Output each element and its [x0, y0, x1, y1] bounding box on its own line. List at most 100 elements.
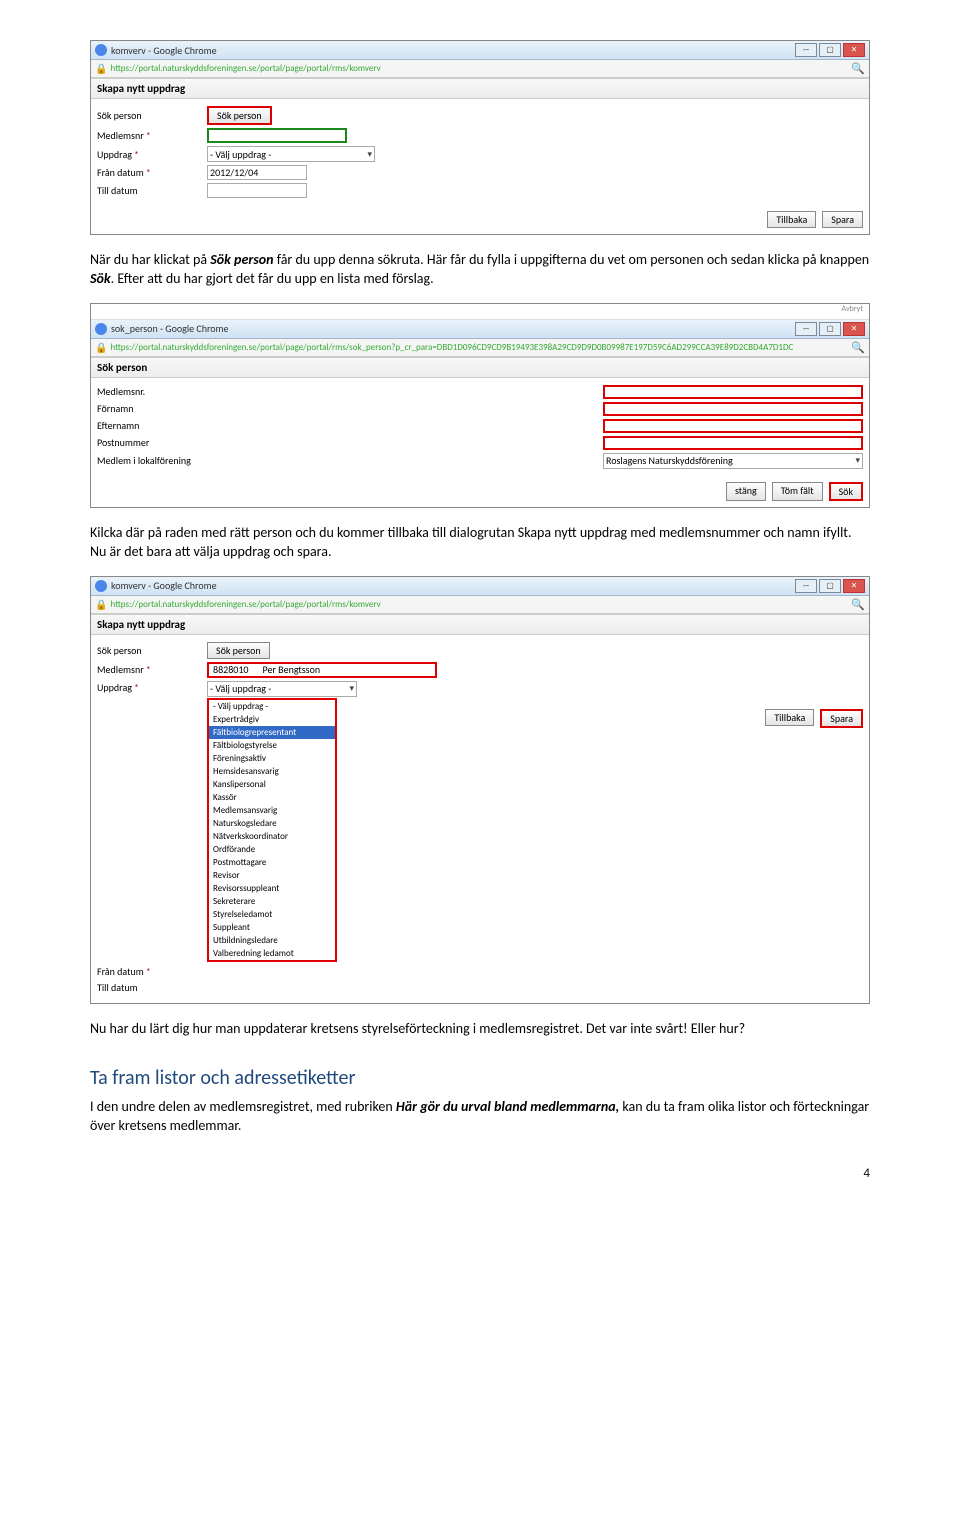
uppdrag-option[interactable]: Ordförande	[209, 843, 335, 856]
label-postnummer: Postnummer	[97, 436, 207, 449]
maximize-button[interactable]: ▢	[819, 579, 841, 593]
paragraph-3: Nu har du lärt dig hur man uppdaterar kr…	[90, 1020, 870, 1039]
medlemsnr-field[interactable]	[603, 385, 863, 399]
label-uppdrag: Uppdrag*	[97, 681, 207, 694]
minimize-button[interactable]: —	[795, 579, 817, 593]
uppdrag-select[interactable]: - Välj uppdrag - ▾	[207, 681, 357, 697]
maximize-button[interactable]: ▢	[819, 322, 841, 336]
uppdrag-option[interactable]: Föreningsaktiv	[209, 752, 335, 765]
uppdrag-option[interactable]: Expertrådgiv	[209, 713, 335, 726]
search-icon[interactable]: 🔍	[845, 341, 865, 354]
paragraph-4: I den undre delen av medlemsregistret, m…	[90, 1098, 870, 1136]
window-buttons: — ▢ ✕	[795, 43, 865, 57]
uppdrag-option[interactable]: Styrelseledamot	[209, 908, 335, 921]
label-medlemsnr: Medlemsnr*	[97, 129, 207, 142]
window-buttons: — ▢ ✕	[795, 322, 865, 336]
section-header: Skapa nytt uppdrag	[91, 78, 869, 99]
select-value: Roslagens Naturskyddsförening	[606, 454, 733, 467]
chrome-icon	[95, 323, 107, 335]
uppdrag-option[interactable]: Kanslipersonal	[209, 778, 335, 791]
chevron-down-icon: ▾	[367, 149, 372, 160]
form-area: Sök person Sök person Medlemsnr* Uppdrag…	[91, 99, 869, 207]
search-icon[interactable]: 🔍	[845, 62, 865, 75]
close-button[interactable]: ✕	[843, 322, 865, 336]
address-bar: 🔒 https://portal.naturskyddsforeningen.s…	[91, 339, 869, 357]
window-title: komverv - Google Chrome	[111, 579, 795, 592]
chrome-icon	[95, 580, 107, 592]
uppdrag-select[interactable]: - Välj uppdrag - ▾	[207, 146, 375, 162]
uppdrag-option[interactable]: - Välj uppdrag -	[209, 700, 335, 713]
lock-icon: 🔒	[95, 598, 107, 611]
screenshot-skapa-uppdrag-1: komverv - Google Chrome — ▢ ✕ 🔒 https://…	[90, 40, 870, 235]
label-fornamn: Förnamn	[97, 402, 207, 415]
lock-icon: 🔒	[95, 341, 107, 354]
uppdrag-option[interactable]: Fältbiologstyrelse	[209, 739, 335, 752]
close-button[interactable]: ✕	[843, 43, 865, 57]
window-title: komverv - Google Chrome	[111, 44, 795, 57]
uppdrag-option[interactable]: Naturskogsledare	[209, 817, 335, 830]
sok-person-button[interactable]: Sök person	[207, 642, 270, 659]
titlebar: sok_person - Google Chrome — ▢ ✕	[91, 320, 869, 339]
uppdrag-option[interactable]: Suppleant	[209, 921, 335, 934]
uppdrag-option[interactable]: Medlemsansvarig	[209, 804, 335, 817]
uppdrag-option[interactable]: Hemsidesansvarig	[209, 765, 335, 778]
tillbaka-button[interactable]: Tillbaka	[767, 211, 816, 228]
url-text: https://portal.naturskyddsforeningen.se/…	[110, 342, 845, 353]
stang-button[interactable]: stäng	[726, 482, 766, 501]
search-icon[interactable]: 🔍	[845, 598, 865, 611]
sok-person-button[interactable]: Sök person	[207, 106, 272, 125]
uppdrag-listbox[interactable]: - Välj uppdrag -ExpertrådgivFältbiologre…	[207, 698, 337, 962]
till-datum-field[interactable]	[207, 183, 307, 198]
uppdrag-option[interactable]: Nätverkskoordinator	[209, 830, 335, 843]
paragraph-2: Kilcka där på raden med rätt person och …	[90, 524, 870, 562]
url-text: https://portal.naturskyddsforeningen.se/…	[110, 599, 845, 610]
label-fran-datum: Från datum*	[97, 965, 207, 978]
uppdrag-option[interactable]: Sekreterare	[209, 895, 335, 908]
tom-falt-button[interactable]: Töm fält	[772, 482, 823, 501]
form-area: Medlemsnr. Förnamn Efternamn Postnummer …	[91, 378, 869, 478]
fornamn-field[interactable]	[603, 402, 863, 416]
window-title: sok_person - Google Chrome	[111, 322, 795, 335]
efternamn-field[interactable]	[603, 419, 863, 433]
label-sok-person: Sök person	[97, 109, 207, 122]
page-number: 4	[90, 1166, 870, 1181]
form-area: Sök person Sök person Medlemsnr* 8828010…	[91, 635, 869, 1003]
uppdrag-option[interactable]: Utbildningsledare	[209, 934, 335, 947]
label-till-datum: Till datum	[97, 184, 207, 197]
close-button[interactable]: ✕	[843, 579, 865, 593]
select-value: - Välj uppdrag -	[210, 682, 271, 695]
label-till-datum: Till datum	[97, 981, 207, 994]
titlebar: komverv - Google Chrome — ▢ ✕	[91, 577, 869, 596]
maximize-button[interactable]: ▢	[819, 43, 841, 57]
member-name: Per Bengtsson	[262, 663, 320, 676]
parent-window-hint: Avbryt	[91, 304, 869, 320]
spara-button[interactable]: Spara	[822, 211, 863, 228]
select-value: - Välj uppdrag -	[210, 148, 271, 161]
uppdrag-option[interactable]: Revisor	[209, 869, 335, 882]
label-medlem-i-lokalforening: Medlem i lokalförening	[97, 454, 247, 467]
uppdrag-option[interactable]: Revisorssuppleant	[209, 882, 335, 895]
label-medlemsnr: Medlemsnr*	[97, 663, 207, 676]
uppdrag-option[interactable]: Kassör	[209, 791, 335, 804]
medlemsnr-field[interactable]	[207, 128, 347, 143]
uppdrag-option[interactable]: Valberedning ledamot	[209, 947, 335, 960]
sok-button[interactable]: Sök	[829, 482, 863, 501]
fran-datum-field[interactable]: 2012/12/04	[207, 165, 307, 180]
minimize-button[interactable]: —	[795, 322, 817, 336]
section-header: Sök person	[91, 357, 869, 378]
uppdrag-option[interactable]: Fältbiologrepresentant	[209, 726, 335, 739]
postnummer-field[interactable]	[603, 436, 863, 450]
label-fran-datum: Från datum*	[97, 166, 207, 179]
label-medlemsnr: Medlemsnr.	[97, 385, 207, 398]
forening-select[interactable]: Roslagens Naturskyddsförening ▾	[603, 453, 863, 469]
button-row: stäng Töm fält Sök	[91, 478, 869, 507]
heading-ta-fram-listor: Ta fram listor och adressetiketter	[90, 1066, 870, 1090]
label-uppdrag: Uppdrag*	[97, 148, 207, 161]
label-efternamn: Efternamn	[97, 419, 207, 432]
chrome-icon	[95, 44, 107, 56]
spara-button[interactable]: Spara	[820, 709, 863, 728]
uppdrag-option[interactable]: Postmottagare	[209, 856, 335, 869]
minimize-button[interactable]: —	[795, 43, 817, 57]
screenshot-skapa-uppdrag-2: komverv - Google Chrome — ▢ ✕ 🔒 https://…	[90, 576, 870, 1004]
tillbaka-button[interactable]: Tillbaka	[765, 709, 814, 726]
